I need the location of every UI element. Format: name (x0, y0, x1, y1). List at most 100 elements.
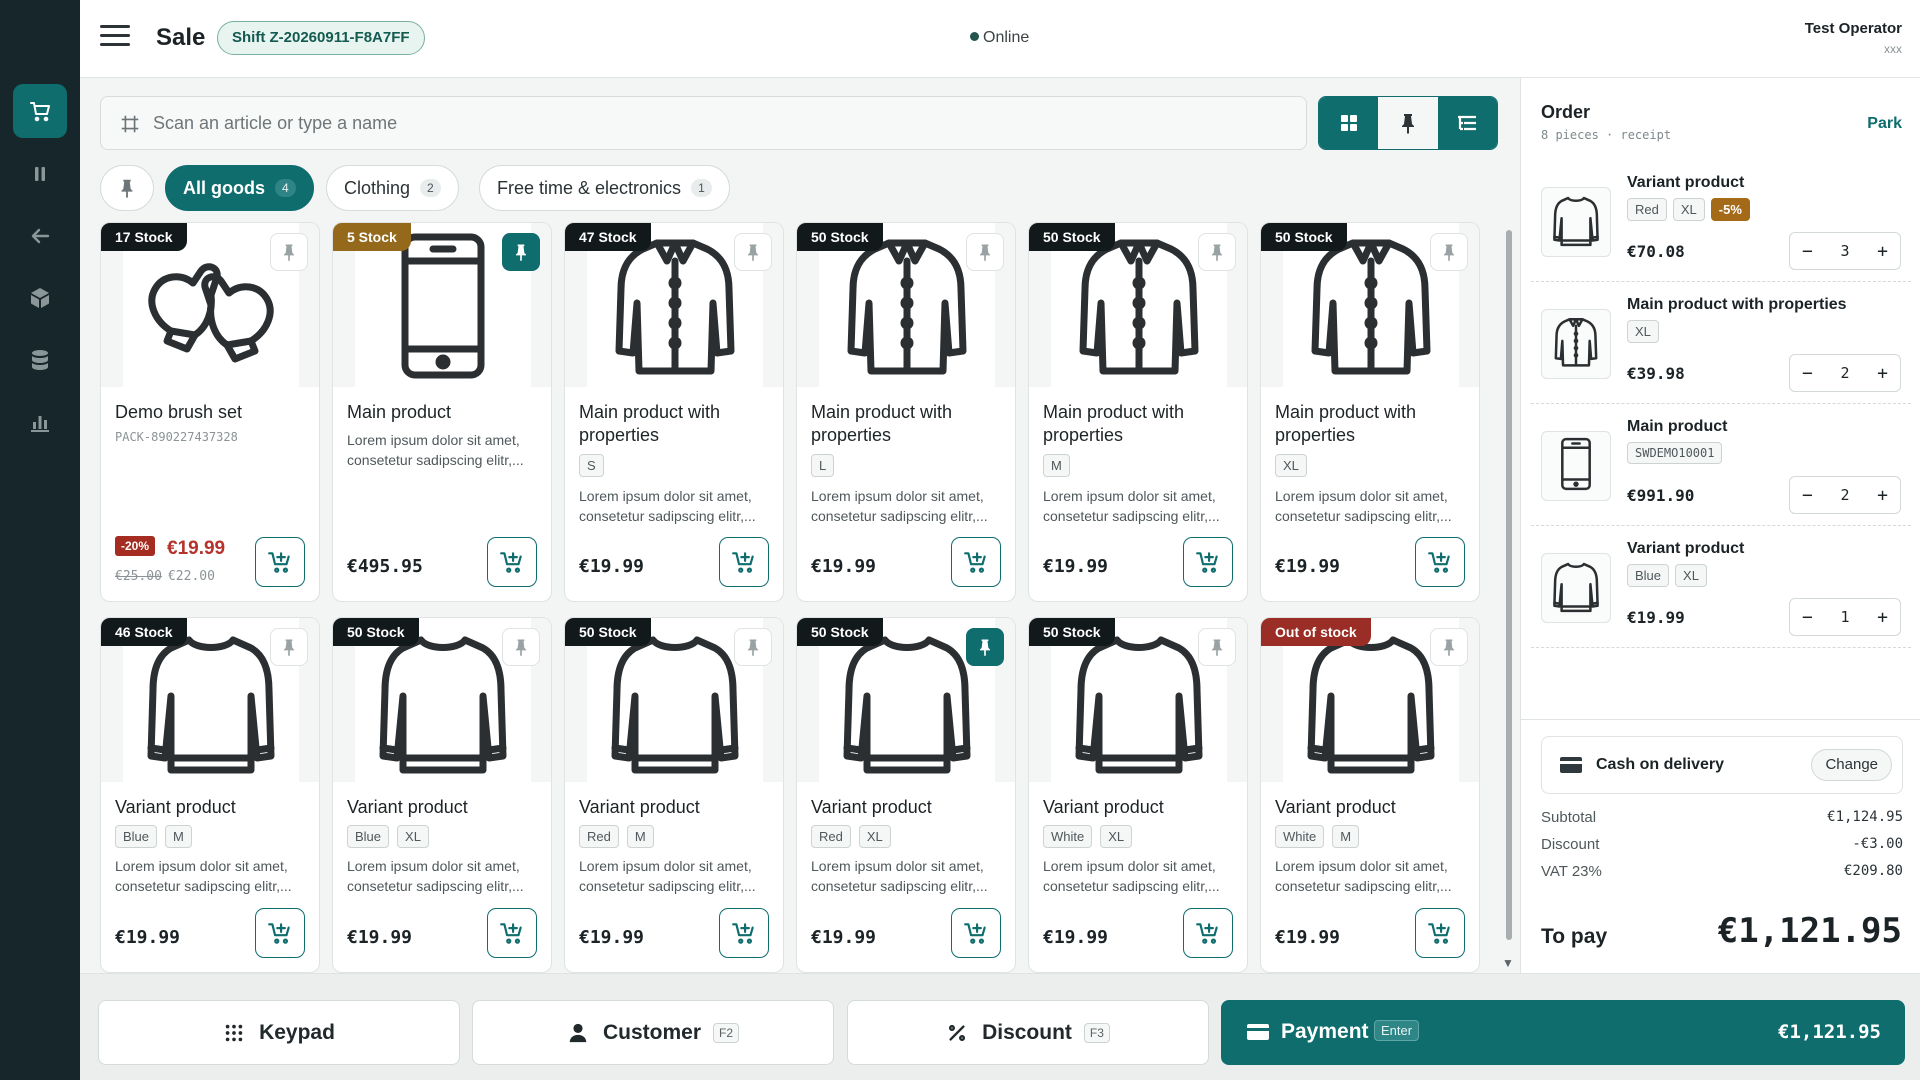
nav-reports-button[interactable] (13, 395, 67, 449)
keypad-button[interactable]: Keypad (98, 1000, 460, 1065)
product-card[interactable]: 50 Stock Variant product Red M Lorem ipsum d… (564, 617, 784, 973)
pin-button[interactable] (966, 233, 1004, 271)
search-input[interactable] (153, 97, 1253, 149)
add-to-cart-button[interactable] (1415, 537, 1465, 587)
change-payment-button[interactable]: Change (1811, 749, 1892, 781)
old-price: €25.00 €22.00 (115, 569, 215, 584)
add-to-cart-button[interactable] (487, 908, 537, 958)
order-item[interactable]: Variant product Blue XL €19.99 − 1 + (1531, 526, 1911, 648)
increase-button[interactable]: + (1877, 607, 1888, 628)
nav-paused-button[interactable] (13, 147, 67, 201)
add-to-cart-button[interactable] (719, 537, 769, 587)
payment-button[interactable]: Payment Enter €1,121.95 (1221, 1000, 1905, 1065)
order-item[interactable]: Main product with properties XL €39.98 − 2 + (1531, 282, 1911, 404)
pinned-view-button[interactable] (1378, 97, 1438, 149)
product-description: Lorem ipsum dolor sit amet, consetetur s… (579, 488, 756, 524)
pin-button[interactable] (1430, 233, 1468, 271)
menu-button[interactable] (100, 25, 130, 53)
grid-scrollbar[interactable] (1506, 230, 1512, 940)
product-name: Variant product (811, 797, 932, 817)
add-to-cart-button[interactable] (1415, 908, 1465, 958)
product-card[interactable]: 46 Stock Variant product Blue M Lorem ipsum … (100, 617, 320, 973)
add-to-cart-icon (964, 923, 986, 944)
add-to-cart-button[interactable] (487, 537, 537, 587)
vat-value: €209.80 (1843, 863, 1903, 879)
order-item[interactable]: Main product SWDEMO10001 €991.90 − 2 + (1531, 404, 1911, 526)
product-price: €495.95 (347, 556, 423, 577)
user-name[interactable]: Test Operator (1805, 20, 1902, 37)
pin-button[interactable] (270, 233, 308, 271)
add-to-cart-button[interactable] (951, 537, 1001, 587)
product-tags: Blue XL (347, 825, 429, 848)
nav-sale-button[interactable] (13, 84, 67, 138)
add-to-cart-button[interactable] (255, 537, 305, 587)
pin-icon (748, 639, 758, 657)
order-item-price: €19.99 (1627, 608, 1685, 627)
add-to-cart-button[interactable] (1183, 537, 1233, 587)
product-card[interactable]: 50 Stock Main product with properties L Lor… (796, 222, 1016, 602)
pin-button[interactable] (270, 628, 308, 666)
product-card[interactable]: 50 Stock Variant product Red XL Lorem ipsum … (796, 617, 1016, 973)
product-card[interactable]: 17 Stock Demo brush set PACK-890227437328 -… (100, 222, 320, 602)
product-card[interactable]: 50 Stock Variant product Blue XL Lorem ipsum… (332, 617, 552, 973)
decrease-button[interactable]: − (1802, 363, 1813, 384)
product-card[interactable]: 50 Stock Main product with properties XL Lo… (1260, 222, 1480, 602)
product-card[interactable]: 47 Stock Main product with properties S Lor… (564, 222, 784, 602)
category-chip-clothing[interactable]: Clothing 2 (326, 165, 459, 211)
product-card[interactable]: 50 Stock Main product with properties M Lor… (1028, 222, 1248, 602)
product-price: €19.99 (347, 927, 413, 948)
pin-button[interactable] (734, 233, 772, 271)
add-to-cart-button[interactable] (1183, 908, 1233, 958)
decrease-button[interactable]: − (1802, 607, 1813, 628)
category-chip-all-goods[interactable]: All goods 4 (165, 165, 314, 211)
increase-button[interactable]: + (1877, 363, 1888, 384)
discount-button[interactable]: Discount F3 (847, 1000, 1209, 1065)
quantity-value: 1 (1840, 608, 1850, 626)
add-to-cart-button[interactable] (951, 908, 1001, 958)
product-card[interactable]: Out of stock Variant product White M Lorem i… (1260, 617, 1480, 973)
pin-button[interactable] (734, 628, 772, 666)
package-icon (31, 288, 49, 308)
category-label: All goods (183, 177, 265, 198)
nav-products-button[interactable] (13, 271, 67, 325)
pin-icon (516, 639, 526, 657)
nav-return-button[interactable] (13, 209, 67, 263)
tree-icon (1458, 115, 1477, 131)
pin-button[interactable] (966, 628, 1004, 666)
category-chip-free-time-electronics[interactable]: Free time & electronics 1 (479, 165, 730, 211)
nav-database-button[interactable] (13, 333, 67, 387)
variant-tag: Red (1627, 198, 1667, 221)
order-item[interactable]: Variant product Red XL -5% €70.08 − 3 + (1531, 160, 1911, 282)
increase-button[interactable]: + (1877, 485, 1888, 506)
product-description: Lorem ipsum dolor sit amet, consetetur s… (1275, 858, 1452, 894)
variant-tag: XL (858, 825, 891, 848)
variant-tag: XL (1100, 825, 1133, 848)
database-icon (32, 350, 48, 370)
item-code: SWDEMO10001 (1627, 442, 1723, 464)
scroll-down-icon[interactable]: ▼ (1502, 956, 1514, 970)
product-card[interactable]: 5 Stock Main product Lorem ipsum dolor sit… (332, 222, 552, 602)
tree-view-button[interactable] (1437, 97, 1497, 149)
increase-button[interactable]: + (1877, 241, 1888, 262)
order-item-thumbnail (1541, 431, 1611, 501)
park-button[interactable]: Park (1867, 115, 1902, 133)
order-item-name: Main product with properties (1627, 296, 1847, 313)
decrease-button[interactable]: − (1802, 485, 1813, 506)
quantity-stepper: − 2 + (1789, 476, 1901, 514)
grid-view-button[interactable] (1319, 97, 1379, 149)
pin-button[interactable] (1430, 628, 1468, 666)
pin-button[interactable] (1198, 628, 1236, 666)
product-description: Lorem ipsum dolor sit amet, consetetur s… (1043, 488, 1220, 524)
add-to-cart-button[interactable] (255, 908, 305, 958)
quantity-value: 2 (1840, 486, 1850, 504)
pin-button[interactable] (502, 233, 540, 271)
keypad-icon (225, 1024, 243, 1041)
pin-button[interactable] (502, 628, 540, 666)
pinned-filter-button[interactable] (100, 165, 154, 211)
customer-button[interactable]: Customer F2 (472, 1000, 834, 1065)
pin-button[interactable] (1198, 233, 1236, 271)
view-toggle (1318, 96, 1498, 150)
add-to-cart-button[interactable] (719, 908, 769, 958)
decrease-button[interactable]: − (1802, 241, 1813, 262)
product-card[interactable]: 50 Stock Variant product White XL Lorem ipsu… (1028, 617, 1248, 973)
